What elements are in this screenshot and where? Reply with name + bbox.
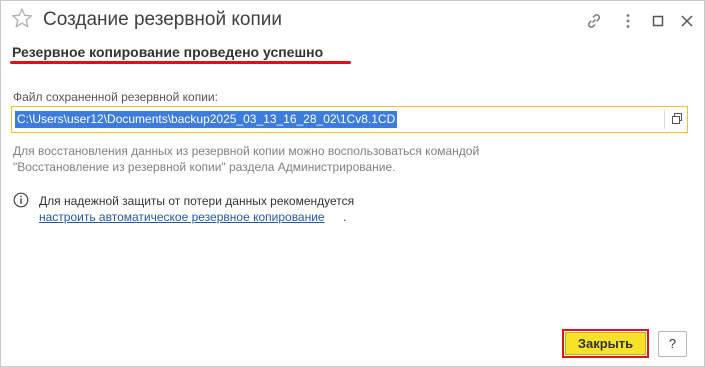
backup-file-field[interactable]: C:\Users\user12\Documents\backup2025_03_…	[11, 106, 688, 133]
restore-description: Для восстановления данных из резервной к…	[13, 143, 479, 175]
more-icon[interactable]	[618, 11, 638, 31]
dialog-window: Создание резервной копии Резервное копир…	[0, 0, 705, 367]
success-heading: Резервное копирование проведено успешно	[12, 44, 324, 60]
close-button-label: Закрыть	[565, 332, 646, 355]
info-icon	[13, 192, 29, 208]
close-button[interactable]: Закрыть	[562, 329, 649, 358]
maximize-icon[interactable]	[648, 11, 668, 31]
star-icon[interactable]	[11, 7, 33, 29]
description-line: "Восстановление из резервной копии" разд…	[13, 160, 396, 174]
backup-file-label: Файл сохраненной резервной копии:	[13, 90, 218, 104]
close-icon[interactable]	[677, 11, 697, 31]
field-divider	[664, 110, 665, 129]
copy-icon[interactable]	[670, 112, 684, 126]
help-button[interactable]: ?	[658, 331, 687, 357]
info-text: Для надежной защиты от потери данных рек…	[39, 194, 355, 208]
info-suffix: .	[343, 210, 347, 224]
link-icon[interactable]	[584, 11, 604, 31]
title-bar: Создание резервной копии	[1, 1, 704, 41]
description-line: Для восстановления данных из резервной к…	[13, 144, 480, 158]
auto-backup-setup-link[interactable]: настроить автоматическое резервное копир…	[39, 209, 325, 225]
success-underline	[10, 61, 351, 64]
window-title: Создание резервной копии	[43, 9, 282, 30]
backup-file-path[interactable]: C:\Users\user12\Documents\backup2025_03_…	[15, 111, 398, 128]
